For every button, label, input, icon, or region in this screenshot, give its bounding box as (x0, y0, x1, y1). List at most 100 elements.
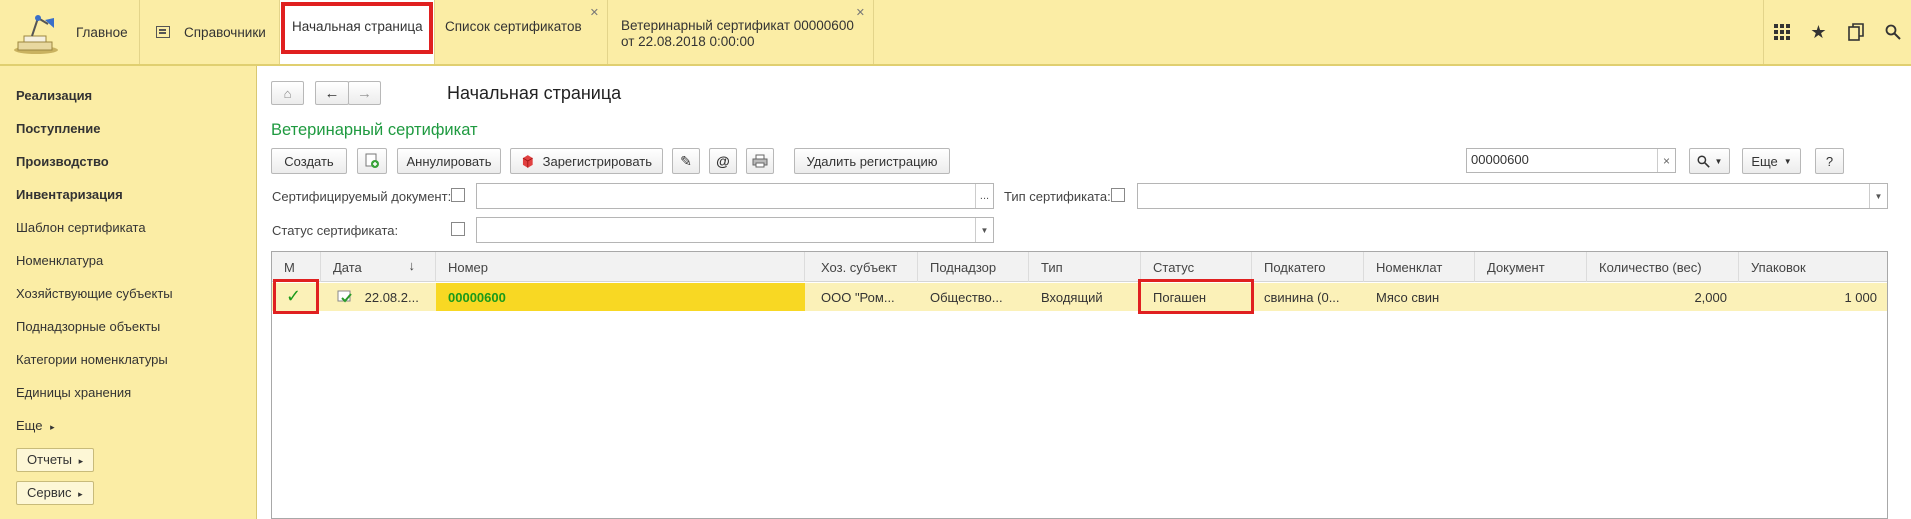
date-cell: 22.08.2... (321, 283, 436, 311)
column-header[interactable]: Поднадзор (918, 252, 1029, 282)
arrow-left-icon: ← (324, 84, 340, 102)
tab-vet-certificate-date: от 22.08.2018 0:00:00 (621, 34, 755, 49)
type-filter-field[interactable]: ▼ (1137, 183, 1888, 209)
service-button[interactable]: Сервис ▸ (16, 481, 94, 505)
chevron-down-icon: ▼ (1714, 156, 1723, 166)
tab-certificate-list[interactable]: Список сертификатов ✕ (435, 0, 608, 64)
copy-icon (365, 153, 379, 168)
search-button[interactable]: ▼ (1689, 148, 1730, 174)
register-button-label: Зарегистрировать (542, 153, 652, 169)
sidebar-item-cert-template[interactable]: Шаблон сертификата (16, 220, 146, 235)
service-button-label: Сервис (27, 485, 72, 500)
copy-button[interactable] (357, 148, 387, 174)
search-icon[interactable] (1874, 0, 1911, 64)
subcategory-cell: свинина (0... (1264, 290, 1340, 305)
column-header[interactable]: Статус (1141, 252, 1252, 282)
back-button[interactable]: ← (315, 81, 349, 105)
arrow-right-icon: → (357, 84, 372, 102)
print-button[interactable] (746, 148, 774, 174)
close-icon[interactable]: ✕ (856, 6, 865, 19)
toolbar-icons: ★ (1763, 0, 1911, 64)
doc-filter-label: Сертифицируемый документ: (272, 189, 452, 204)
history-icon[interactable] (1837, 0, 1874, 64)
column-header[interactable]: Хоз. субъект (805, 252, 918, 282)
certificates-table: М Дата ↓ Номер Хоз. субъект Поднадзор Ти… (271, 251, 1888, 519)
sign-button[interactable]: ✎ (672, 148, 700, 174)
sidebar-item-nomenclature[interactable]: Номенклатура (16, 253, 103, 268)
search-icon (1697, 154, 1710, 168)
column-header-date[interactable]: Дата ↓ (321, 252, 436, 282)
search-input[interactable]: 00000600 × (1466, 148, 1676, 173)
section-main[interactable]: Главное (0, 0, 140, 64)
doc-filter-checkbox[interactable] (451, 188, 465, 202)
column-header[interactable]: Подкатего (1252, 252, 1364, 282)
search-input-value: 00000600 (1471, 152, 1529, 167)
column-header[interactable]: Количество (вес) (1587, 252, 1739, 282)
reports-button-label: Отчеты (27, 452, 72, 467)
printer-icon (752, 154, 768, 168)
forward-button[interactable]: → (348, 81, 381, 105)
nomenclature-cell: Мясо свин (1376, 290, 1440, 305)
tab-certificate-list-label: Список сертификатов (445, 19, 582, 34)
document-posted-icon (337, 290, 352, 303)
main-content: ⌂ ← → Начальная страница Ветеринарный се… (258, 66, 1911, 519)
clear-icon[interactable]: × (1657, 149, 1675, 172)
sidebar-item-nomenclature-categories[interactable]: Категории номенклатуры (16, 352, 168, 367)
table-header: М Дата ↓ Номер Хоз. субъект Поднадзор Ти… (272, 252, 1887, 282)
sidebar-item-more-label: Еще (16, 418, 43, 433)
table-row[interactable]: ✓ 22.08.2... 00000600 ООО "Ром... Общест… (272, 283, 1887, 311)
chevron-down-icon[interactable]: ▼ (1869, 184, 1887, 208)
tab-vet-certificate-label: Ветеринарный сертификат 00000600 (621, 18, 854, 33)
select-button[interactable]: ... (975, 184, 993, 208)
register-button[interactable]: Зарегистрировать (510, 148, 663, 174)
highlight-tab-home-page (281, 2, 433, 54)
column-header[interactable]: М (272, 252, 321, 282)
delete-registration-button[interactable]: Удалить регистрацию (794, 148, 950, 174)
tab-vet-certificate-title: Ветеринарный сертификат 00000600 от 22.0… (621, 18, 854, 50)
column-header[interactable]: Номенклат (1364, 252, 1475, 282)
home-icon: ⌂ (283, 85, 292, 101)
more-button-label: Еще (1751, 153, 1778, 169)
column-header[interactable]: Документ (1475, 252, 1587, 282)
page-title: Начальная страница (447, 83, 622, 103)
doc-filter-field[interactable]: ... (476, 183, 994, 209)
sidebar-item-business-entities[interactable]: Хозяйствующие субъекты (16, 286, 173, 301)
date-value: 22.08.2... (364, 290, 419, 305)
sidebar-item-storage-units[interactable]: Единицы хранения (16, 385, 131, 400)
chevron-down-icon: ▼ (1783, 156, 1792, 166)
help-button[interactable]: ? (1815, 148, 1844, 174)
sidebar-item-receipt[interactable]: Поступление (16, 121, 101, 136)
type-filter-label: Тип сертификата: (1004, 189, 1111, 204)
tab-vet-certificate[interactable]: Ветеринарный сертификат 00000600 от 22.0… (608, 0, 874, 64)
status-filter-checkbox[interactable] (451, 222, 465, 236)
sidebar: Реализация Поступление Производство Инве… (0, 66, 257, 519)
subject-cell: ООО "Ром... (821, 290, 895, 305)
caret-right-icon: ▸ (78, 456, 84, 466)
close-icon[interactable]: ✕ (590, 6, 599, 19)
section-directories[interactable]: Справочники (140, 0, 280, 64)
sidebar-item-sales[interactable]: Реализация (16, 88, 92, 103)
sidebar-item-inventory[interactable]: Инвентаризация (16, 187, 123, 202)
sidebar-item-supervised-objects[interactable]: Поднадзорные объекты (16, 319, 160, 334)
reports-button[interactable]: Отчеты ▸ (16, 448, 95, 472)
annul-button[interactable]: Аннулировать (397, 148, 501, 174)
home-button[interactable]: ⌂ (271, 81, 304, 105)
email-button[interactable]: @ (709, 148, 737, 174)
column-header[interactable]: Номер (436, 252, 805, 282)
star-icon[interactable]: ★ (1800, 0, 1837, 64)
status-filter-field[interactable]: ▼ (476, 217, 994, 243)
column-header[interactable]: Тип (1029, 252, 1141, 282)
status-filter-label: Статус сертификата: (272, 223, 399, 238)
apps-grid-icon[interactable] (1763, 0, 1800, 64)
sidebar-item-more[interactable]: Еще ▸ (16, 418, 55, 433)
type-cell: Входящий (1041, 290, 1103, 305)
section-main-label: Главное (76, 25, 128, 40)
supervised-cell: Общество... (930, 290, 1003, 305)
column-header[interactable]: Упаковок (1739, 252, 1889, 282)
logo-icon (12, 6, 64, 58)
create-button[interactable]: Создать (271, 148, 347, 174)
chevron-down-icon[interactable]: ▼ (975, 218, 993, 242)
sidebar-item-production[interactable]: Производство (16, 154, 109, 169)
more-button[interactable]: Еще ▼ (1742, 148, 1801, 174)
type-filter-checkbox[interactable] (1111, 188, 1125, 202)
